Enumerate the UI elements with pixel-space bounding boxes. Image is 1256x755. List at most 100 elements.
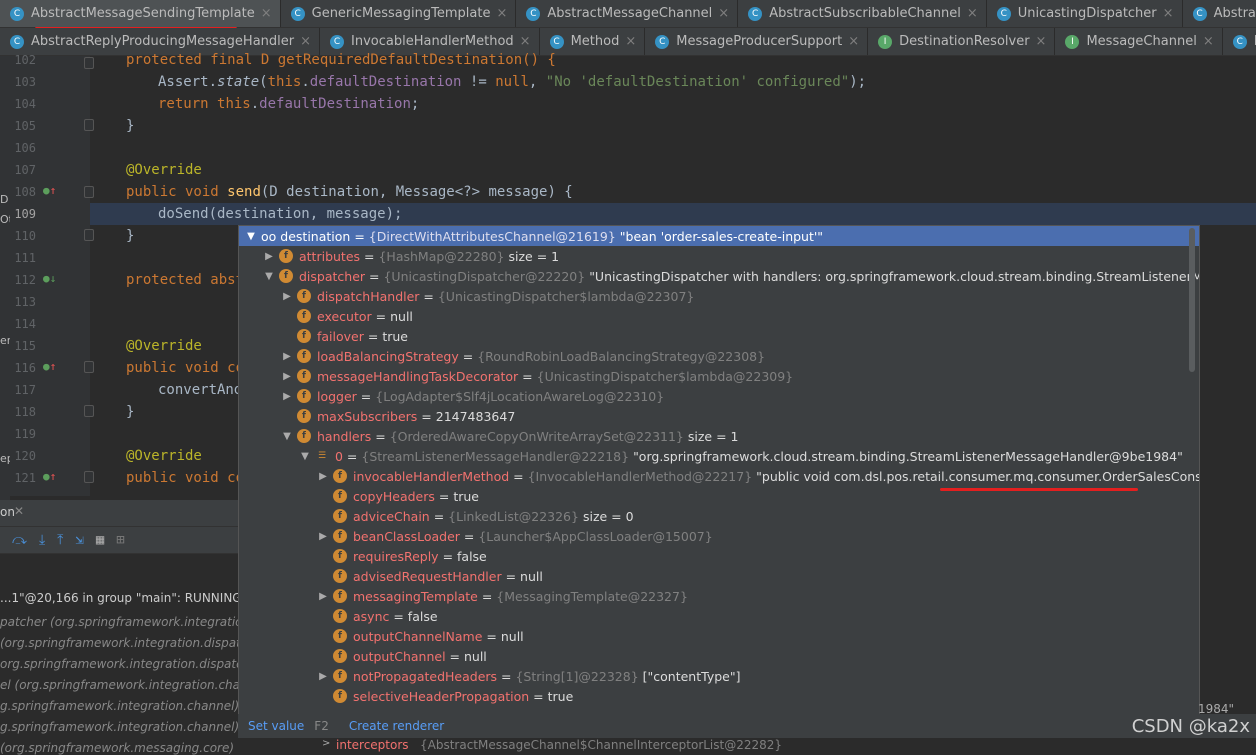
line-number[interactable]: 117 <box>10 383 36 397</box>
line-number[interactable]: 107 <box>10 163 36 177</box>
editor-tab[interactable]: I DestinationResolver × <box>868 28 1056 55</box>
code-line-105[interactable]: } <box>126 118 134 134</box>
editor-tab[interactable]: C GenericMessagingTemplate × <box>281 0 517 27</box>
tree-row[interactable]: f async = false <box>317 606 438 626</box>
debug-tab-label[interactable]: on <box>0 505 15 519</box>
fold-marker[interactable] <box>84 405 94 417</box>
stack-frame[interactable]: el (org.springframework.integration.chan <box>0 678 248 692</box>
chevron-right-icon[interactable]: ▶ <box>263 251 275 262</box>
code-line-118[interactable]: } <box>126 404 134 420</box>
line-number[interactable]: 102 <box>10 53 36 67</box>
editor-tab[interactable]: C AbstractMessageChannel × <box>516 0 739 27</box>
tree-row[interactable]: f advisedRequestHandler = null <box>317 566 543 586</box>
tree-row[interactable]: ▶ f logger = {LogAdapter$Slf4jLocationAwar… <box>281 386 668 406</box>
line-number[interactable]: 106 <box>10 141 36 155</box>
debug-thread-status[interactable]: ...1"@20,166 in group "main": RUNNING <box>0 591 242 605</box>
tree-row[interactable]: ▼ f dispatcher = {UnicastingDispatcher@222… <box>263 266 1199 286</box>
override-gutter-icon[interactable]: ●↑ <box>43 184 56 197</box>
chevron-right-icon[interactable]: ▶ <box>317 531 329 542</box>
tree-row[interactable]: ▶ f notPropagatedHeaders = {String[1]@2232… <box>317 666 740 686</box>
create-renderer-link[interactable]: Create renderer <box>349 719 444 733</box>
chevron-down-icon[interactable]: ▼ <box>299 451 311 462</box>
line-number[interactable]: 115 <box>10 339 36 353</box>
fold-marker[interactable] <box>84 229 94 241</box>
editor-tab[interactable]: C InvocableHandlerMethod × <box>320 28 540 55</box>
chevron-right-icon[interactable]: ▶ <box>281 291 293 302</box>
tree-row[interactable]: ▶ f messageHandlingTaskDecorator = {Unicas… <box>281 366 797 386</box>
tree-row[interactable]: ▶ f messagingTemplate = {MessagingTemplate… <box>317 586 692 606</box>
editor-tab[interactable]: C AbstractSubscribableChannel × <box>738 0 987 27</box>
close-icon[interactable]: × <box>520 34 531 49</box>
tree-row[interactable]: f maxSubscribers = 2147483647 <box>281 406 515 426</box>
override-gutter-icon[interactable]: ●↑ <box>43 360 56 373</box>
step-into-icon[interactable]: ⤓ <box>39 532 45 548</box>
tree-row[interactable]: f outputChannel = null <box>317 646 487 666</box>
tree-row[interactable]: f requiresReply = false <box>317 546 487 566</box>
code-line-112[interactable]: protected abst <box>126 272 244 288</box>
line-number[interactable]: 104 <box>10 97 36 111</box>
fold-marker[interactable] <box>84 186 94 198</box>
code-line-121[interactable]: public void co <box>126 470 244 486</box>
code-line-107[interactable]: @Override <box>126 162 202 178</box>
line-number[interactable]: 105 <box>10 119 36 133</box>
tree-row[interactable]: f outputChannelName = null <box>317 626 524 646</box>
tree-row[interactable]: ▶ f invocableHandlerMethod = {InvocableHan… <box>317 466 1199 486</box>
editor-tab[interactable]: C MessageProducerSupport × <box>645 28 869 55</box>
line-number[interactable]: 109 <box>10 207 36 221</box>
step-over-icon[interactable]: ⤼ <box>12 532 27 548</box>
close-icon[interactable]: × <box>625 34 636 49</box>
editor-tab[interactable]: C AbstractReplyProducingMessageHandler × <box>0 28 321 55</box>
editor-tab[interactable]: I MessageChannel × <box>1055 28 1223 55</box>
close-icon[interactable]: × <box>967 6 978 21</box>
line-number[interactable]: 119 <box>10 427 36 441</box>
tree-row[interactable]: ▼ ☰ 0 = {StreamListenerMessageHandler@2221… <box>299 446 1183 466</box>
tree-row[interactable]: ▼ f handlers = {OrderedAwareCopyOnWriteArr… <box>281 426 738 446</box>
chevron-down-icon[interactable]: ▼ <box>263 271 275 282</box>
close-icon[interactable]: ✕ <box>14 504 24 518</box>
tree-row[interactable]: f selectiveHeaderPropagation = true <box>317 686 573 706</box>
line-number[interactable]: 114 <box>10 317 36 331</box>
line-number[interactable]: 103 <box>10 75 36 89</box>
editor-tab[interactable]: C UnicastingDispatcher × <box>987 0 1183 27</box>
code-line-104[interactable]: return this.defaultDestination; <box>158 96 419 112</box>
line-number[interactable]: 120 <box>10 449 36 463</box>
editor-tab[interactable]: C AbstractMessageSendingTemplate × <box>0 0 281 27</box>
set-value-link[interactable]: Set value <box>248 719 304 733</box>
stack-frame[interactable]: (org.springframework.messaging.core) <box>0 741 234 755</box>
grid-icon[interactable]: ⊞ <box>116 532 124 548</box>
chevron-right-icon[interactable]: ▶ <box>317 591 329 602</box>
line-number[interactable]: 118 <box>10 405 36 419</box>
close-icon[interactable]: × <box>1036 34 1047 49</box>
code-line-116[interactable]: public void co <box>126 360 244 376</box>
popup-scrollbar[interactable] <box>1189 228 1195 372</box>
stack-frame[interactable]: g.springframework.integration.channel) <box>0 699 239 713</box>
force-step-icon[interactable]: ⇲ <box>75 532 83 548</box>
fold-marker[interactable] <box>84 119 94 131</box>
tree-row[interactable]: f failover = true <box>281 326 408 346</box>
line-number[interactable]: 111 <box>10 251 36 265</box>
close-icon[interactable]: × <box>496 6 507 21</box>
chevron-right-icon[interactable]: > <box>322 738 330 749</box>
code-line-108[interactable]: public void send(D destination, Message<… <box>126 184 573 200</box>
line-number[interactable]: 112 <box>10 273 36 287</box>
tree-row[interactable]: f copyHeaders = true <box>317 486 479 506</box>
close-icon[interactable]: × <box>718 6 729 21</box>
line-number[interactable]: 116 <box>10 361 36 375</box>
tree-row[interactable]: f executor = null <box>281 306 413 326</box>
stack-frame[interactable]: patcher (org.springframework.integration <box>0 615 250 629</box>
close-icon[interactable]: × <box>1163 6 1174 21</box>
code-line-110[interactable]: } <box>126 228 134 244</box>
chevron-right-icon[interactable]: ▶ <box>281 351 293 362</box>
chevron-down-icon[interactable]: ▼ <box>281 431 293 442</box>
editor-tab[interactable]: CAbstractDispatcher× <box>1183 0 1256 27</box>
chevron-right-icon[interactable]: ▶ <box>281 391 293 402</box>
fold-marker[interactable] <box>84 57 94 69</box>
tree-row[interactable]: ▶ f beanClassLoader = {Launcher$AppClassLo… <box>317 526 717 546</box>
chevron-right-icon[interactable]: ▶ <box>281 371 293 382</box>
implemented-gutter-icon[interactable]: ●↓ <box>43 272 56 285</box>
tree-row[interactable]: f adviceChain = {LinkedList@22326} size =… <box>317 506 634 526</box>
close-icon[interactable]: × <box>261 6 272 21</box>
code-line-117[interactable]: convertAnd <box>158 382 242 398</box>
line-number[interactable]: 121 <box>10 471 36 485</box>
code-line-102[interactable]: protected final D getRequiredDefaultDest… <box>126 52 556 68</box>
